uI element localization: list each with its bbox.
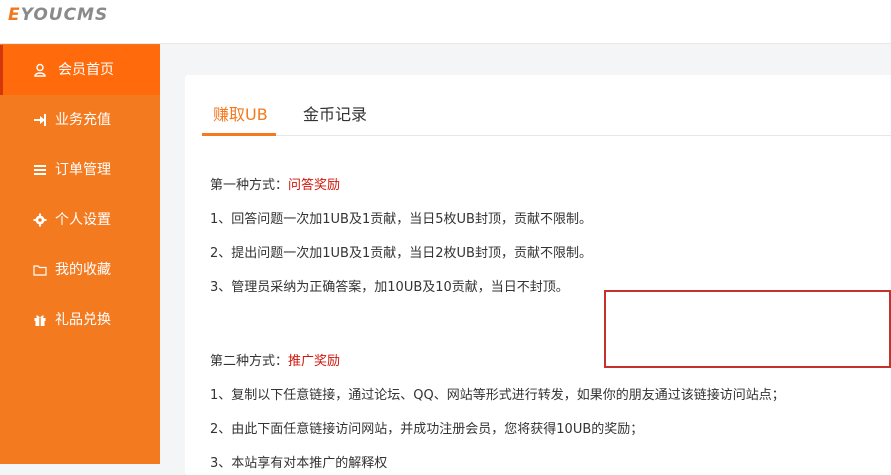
sidebar-item-label: 会员首页 bbox=[58, 62, 114, 78]
method2-line: 2、由此下面任意链接访问网站，并成功注册会员，您将获得10UB的奖励； bbox=[210, 422, 644, 437]
method1-line: 2、提出问题一次加1UB及1贡献，当日2枚UB封顶，贡献不限制。 bbox=[210, 246, 592, 261]
method1-title: 问答奖励 bbox=[288, 178, 341, 193]
sidebar-item-orders[interactable]: 订单管理 bbox=[0, 145, 160, 195]
main-card: 赚取UB 金币记录 第一种方式：问答奖励 1、回答问题一次加1UB及1贡献，当日… bbox=[185, 75, 891, 475]
top-bar: EYOUCMS bbox=[0, 0, 891, 44]
folder-icon bbox=[33, 263, 47, 277]
sign-in-icon bbox=[33, 113, 47, 127]
tab-earn-ub[interactable]: 赚取UB bbox=[213, 105, 268, 125]
annotation-highlight-box bbox=[604, 290, 891, 368]
sidebar-item-label: 订单管理 bbox=[55, 162, 111, 178]
user-icon bbox=[33, 63, 47, 77]
method2-heading: 第二种方式：推广奖励 bbox=[210, 354, 341, 369]
list-icon bbox=[33, 163, 47, 177]
method1-line: 3、管理员采纳为正确答案，加10UB及10贡献，当日不封顶。 bbox=[210, 280, 569, 295]
method2-line: 1、复制以下任意链接，通过论坛、QQ、网站等形式进行转发，如果你的朋友通过该链接… bbox=[210, 388, 785, 403]
sidebar-item-label: 业务充值 bbox=[55, 112, 111, 128]
sidebar-item-settings[interactable]: 个人设置 bbox=[0, 195, 160, 245]
gift-icon bbox=[33, 313, 47, 327]
sidebar-item-label: 礼品兑换 bbox=[55, 312, 111, 328]
sidebar-item-label: 我的收藏 bbox=[55, 262, 111, 278]
sidebar-item-gift-exchange[interactable]: 礼品兑换 bbox=[0, 295, 160, 345]
method1-line: 1、回答问题一次加1UB及1贡献，当日5枚UB封顶，贡献不限制。 bbox=[210, 212, 592, 227]
gear-icon bbox=[33, 213, 47, 227]
sidebar-item-recharge[interactable]: 业务充值 bbox=[0, 95, 160, 145]
method1-heading: 第一种方式：问答奖励 bbox=[210, 178, 341, 193]
sidebar: 会员首页 业务充值 订单管理 个人设置 我的收藏 礼品兑换 bbox=[0, 44, 160, 464]
active-tab-indicator bbox=[202, 133, 276, 136]
sidebar-item-member-home[interactable]: 会员首页 bbox=[0, 45, 160, 95]
sidebar-item-label: 个人设置 bbox=[55, 212, 111, 228]
sidebar-item-favorites[interactable]: 我的收藏 bbox=[0, 245, 160, 295]
method2-title: 推广奖励 bbox=[288, 354, 341, 369]
tab-coin-records[interactable]: 金币记录 bbox=[303, 105, 367, 125]
tab-bar: 赚取UB 金币记录 bbox=[202, 95, 891, 136]
site-logo[interactable]: EYOUCMS bbox=[8, 5, 108, 25]
method2-line: 3、本站享有对本推广的解释权 bbox=[210, 456, 388, 471]
